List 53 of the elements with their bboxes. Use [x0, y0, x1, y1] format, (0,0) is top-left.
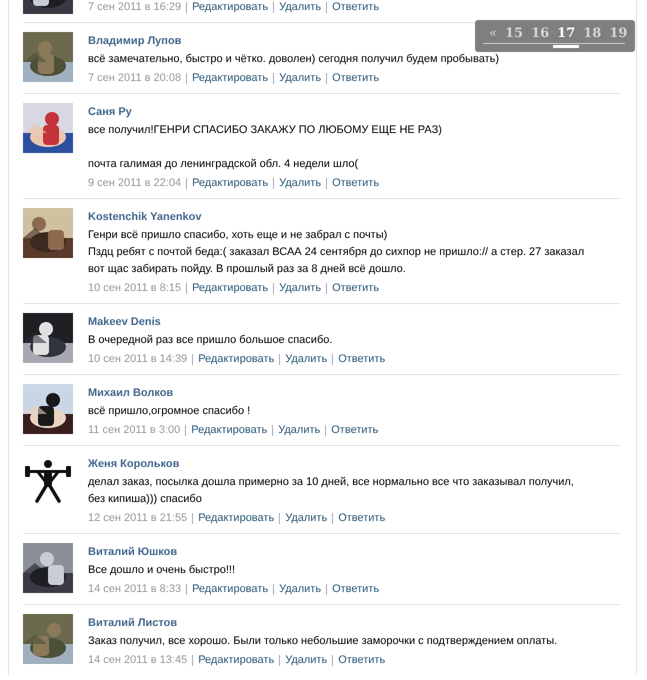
- author-name[interactable]: Саня Ру: [88, 103, 132, 121]
- post-date: 10 сен 2011 в 14:39: [88, 352, 188, 367]
- post-text: Заказ получил, все хорошо. Были только небольшие заморочки с подтверждением оплаты.: [88, 634, 558, 649]
- post-text: всё пришло,огромное спасибо !: [88, 404, 252, 419]
- action-link[interactable]: Редактировать: [192, 69, 268, 87]
- page-link[interactable]: 17: [553, 25, 580, 48]
- post-text: все получил!ГЕНРИ СПАСИБО ЗАКАЖУ ПО ЛЮБОМУ ЕЩЕ НЕ РАЗ) почта галимая до ленинградской обл. 4 недели шло(: [88, 123, 443, 172]
- post-text: всё замечательно, быстро и чётко. доволен) сегодня получил будем пробывать): [88, 52, 500, 67]
- action-link[interactable]: Удалить: [285, 350, 328, 368]
- action-link[interactable]: Редактировать: [198, 509, 274, 527]
- post-date: 10 сен 2011 в 8:15: [88, 281, 182, 296]
- author-name[interactable]: Виталий Листов: [88, 614, 178, 632]
- action-link[interactable]: Редактировать: [198, 651, 274, 669]
- action-link[interactable]: Ответить: [331, 421, 378, 439]
- action-link[interactable]: Редактировать: [192, 174, 268, 192]
- action-link[interactable]: Редактировать: [192, 580, 268, 598]
- author-name[interactable]: Владимир Лупов: [88, 32, 182, 50]
- action-link[interactable]: Удалить: [278, 421, 320, 439]
- post-date: 11 сен 2011 в 3:00: [88, 423, 180, 438]
- post-text: делал заказ, посылка дошла примерно за 10 дней, все нормально все что заказывал получил, без кипиша))) спасибо: [88, 475, 575, 507]
- action-link[interactable]: Удалить: [279, 0, 322, 16]
- post-text: Генри всё пришло спасибо, хоть еще и не забрал с почты) Пздц ребят с почтой беда:( заказал ВСАА 24 сентября до сихпор не пришло:// а стер. 27 заказал вот щас забирать пойду. В прошлый раз за 8 дней всё дошло.: [88, 228, 586, 277]
- author-name[interactable]: Makeev Denis: [88, 313, 161, 331]
- author-name[interactable]: Женя Корольков: [88, 455, 180, 473]
- action-link[interactable]: Ответить: [332, 580, 380, 598]
- action-link[interactable]: Редактировать: [191, 421, 268, 439]
- post-date: 9 сен 2011 в 22:04: [88, 176, 182, 191]
- author-name[interactable]: Kostenchik Yanenkov: [88, 208, 202, 226]
- action-link[interactable]: Редактировать: [192, 0, 268, 16]
- author-name[interactable]: Виталий Юшков: [88, 543, 178, 561]
- post-date: 7 сен 2011 в 16:29: [88, 0, 182, 15]
- post-date: 14 сен 2011 в 13:45: [88, 653, 188, 668]
- action-link[interactable]: Ответить: [332, 279, 380, 297]
- action-link[interactable]: Ответить: [338, 651, 386, 669]
- action-link[interactable]: Ответить: [332, 174, 380, 192]
- post-text: В очередной раз все пришло большое спасибо.: [88, 333, 334, 348]
- action-link[interactable]: Удалить: [279, 580, 322, 598]
- action-link[interactable]: Ответить: [338, 509, 386, 527]
- action-link[interactable]: Удалить: [279, 279, 322, 297]
- author-name[interactable]: Михаил Волков: [88, 384, 174, 402]
- post-date: 12 сен 2011 в 21:55: [88, 511, 188, 526]
- post-text: Все дошло и очень быстро!!!: [88, 563, 236, 578]
- post-date: 7 сен 2011 в 20:08: [88, 71, 182, 86]
- action-link[interactable]: Редактировать: [198, 350, 274, 368]
- action-link[interactable]: Удалить: [285, 651, 328, 669]
- action-link[interactable]: Ответить: [332, 0, 380, 16]
- post-date: 14 сен 2011 в 8:33: [88, 582, 182, 597]
- action-link[interactable]: Ответить: [338, 350, 386, 368]
- action-link[interactable]: Удалить: [285, 509, 328, 527]
- action-link[interactable]: Ответить: [332, 69, 380, 87]
- action-link[interactable]: Редактировать: [192, 279, 268, 297]
- action-link[interactable]: Удалить: [279, 174, 322, 192]
- action-link[interactable]: Удалить: [279, 69, 322, 87]
